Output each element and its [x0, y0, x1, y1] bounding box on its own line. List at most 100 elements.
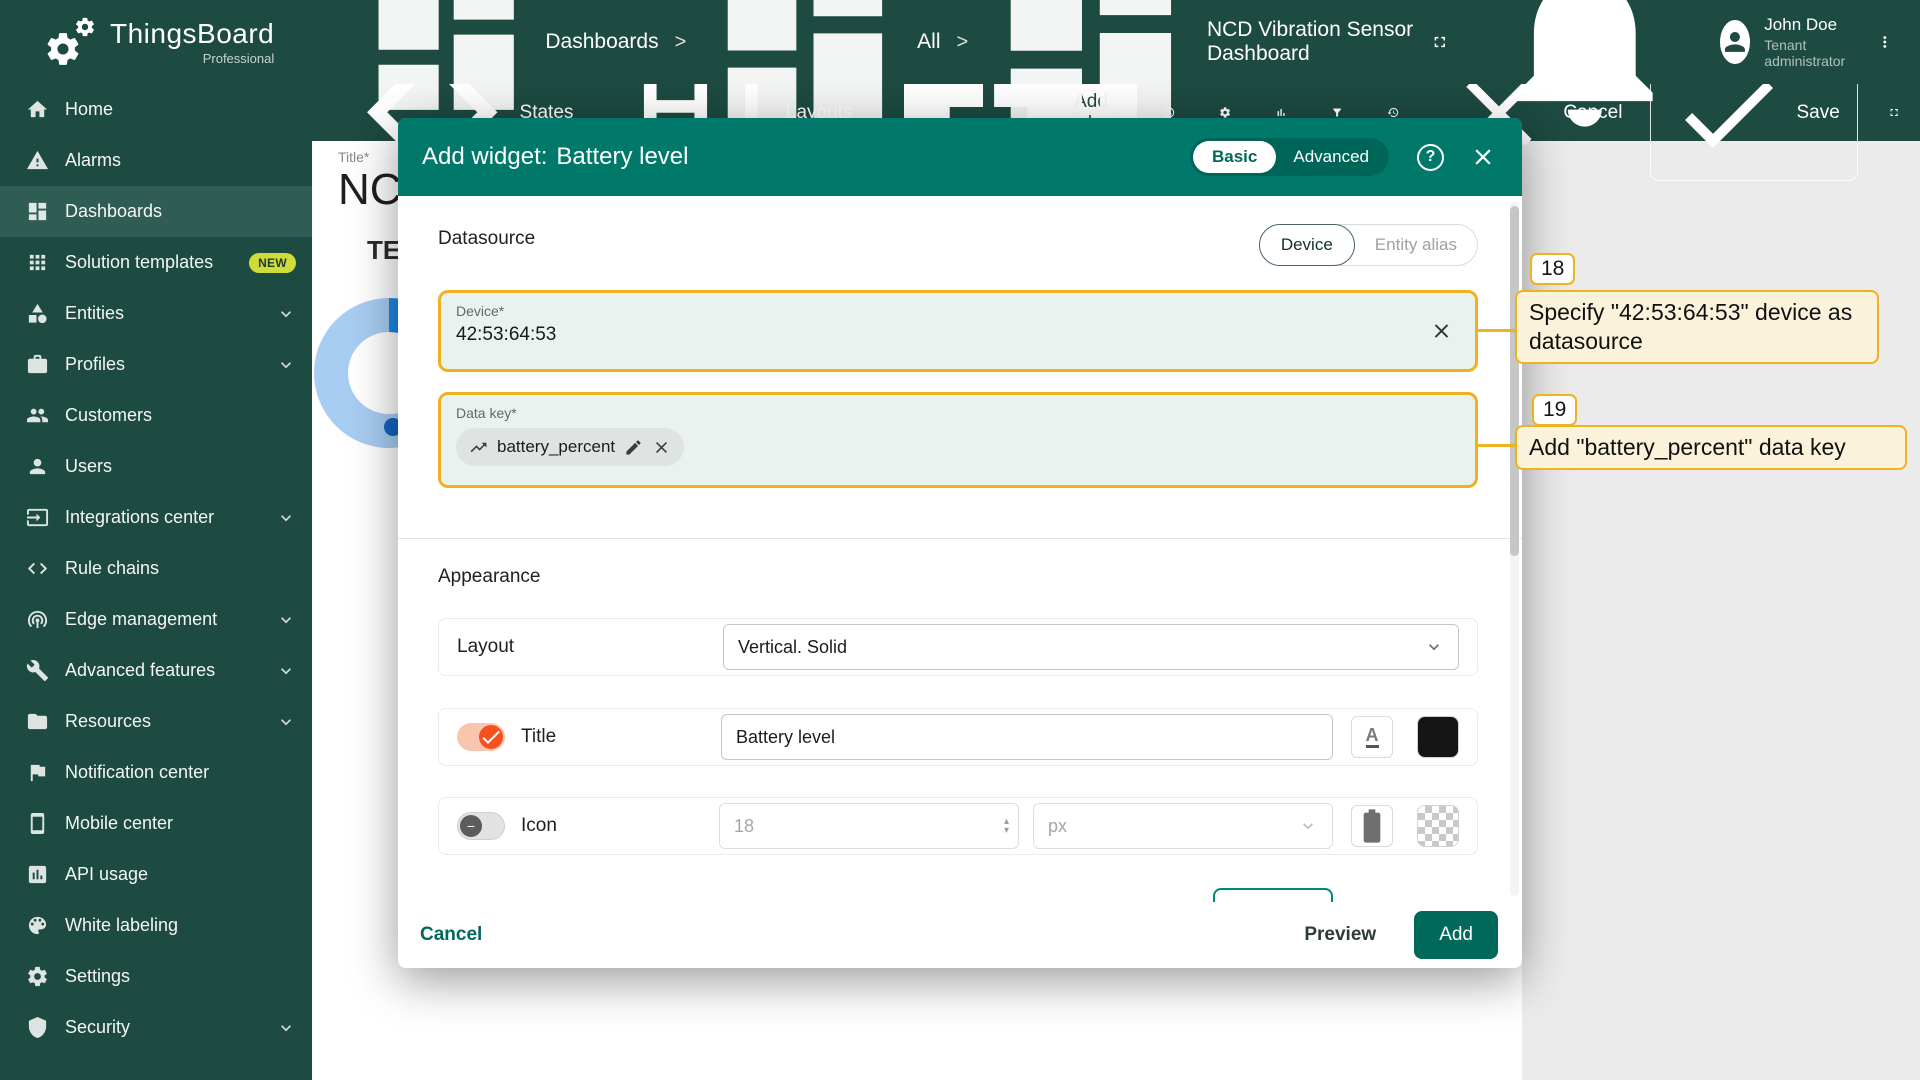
- new-badge: NEW: [249, 253, 296, 273]
- title-label: Title: [521, 726, 556, 748]
- sidebar-item-label: Advanced features: [65, 660, 215, 681]
- person-icon: [26, 455, 49, 478]
- sidebar-item-label: Notification center: [65, 762, 209, 783]
- tab-advanced[interactable]: Advanced: [1276, 141, 1386, 173]
- datakey-chip-label: battery_percent: [497, 437, 615, 457]
- sidebar-item-entities[interactable]: Entities: [0, 288, 312, 339]
- chevron-down-icon: [1424, 637, 1444, 657]
- annotation-badge-19: 19: [1532, 394, 1577, 426]
- sidebar-item-api-usage[interactable]: API usage: [0, 849, 312, 900]
- breadcrumb-dashboards[interactable]: Dashboards: [356, 0, 659, 132]
- sidebar-item-label: Resources: [65, 711, 151, 732]
- sidebar-item-edge-management[interactable]: Edge management: [0, 594, 312, 645]
- format-text-icon: A: [1366, 726, 1379, 748]
- annotation-callout-19: Add "battery_percent" data key: [1515, 425, 1907, 470]
- sidebar-item-notification-center[interactable]: Notification center: [0, 747, 312, 798]
- icon-unit-select[interactable]: px: [1033, 803, 1333, 849]
- breadcrumb-separator: >: [671, 31, 691, 54]
- add-button[interactable]: Add: [1414, 911, 1498, 959]
- breadcrumb-label: All: [917, 30, 940, 54]
- title-input[interactable]: [721, 714, 1333, 760]
- chevron-down-icon: [276, 610, 296, 630]
- layout-label: Layout: [457, 636, 514, 658]
- sidebar-item-advanced-features[interactable]: Advanced features: [0, 645, 312, 696]
- dialog-footer: Cancel Preview Add: [398, 902, 1522, 968]
- preview-button[interactable]: Preview: [1304, 924, 1376, 946]
- sidebar-item-label: Profiles: [65, 354, 125, 375]
- title-toggle[interactable]: [457, 723, 505, 751]
- sidebar-item-profiles[interactable]: Profiles: [0, 339, 312, 390]
- dialog-widget-name: Battery level: [556, 143, 688, 171]
- add-widget-dialog: Add widget: Battery level Basic Advanced…: [398, 118, 1522, 968]
- user-role: Tenant administrator: [1764, 37, 1850, 69]
- sidebar-item-mobile-center[interactable]: Mobile center: [0, 798, 312, 849]
- sidebar-item-integrations-center[interactable]: Integrations center: [0, 492, 312, 543]
- app-logo[interactable]: ThingsBoard Professional: [0, 14, 312, 70]
- remove-datakey-icon[interactable]: [652, 438, 671, 457]
- dialog-mode-tabs: Basic Advanced: [1190, 138, 1389, 176]
- wrench-icon: [26, 659, 49, 682]
- datakey-chip[interactable]: battery_percent: [456, 428, 684, 466]
- sidebar: HomeAlarmsDashboards Solution templates NE…: [0, 84, 312, 1080]
- sidebar-item-white-labeling[interactable]: White labeling: [0, 900, 312, 951]
- icon-size-input[interactable]: [719, 803, 1019, 849]
- dialog-close-icon[interactable]: [1470, 144, 1496, 170]
- title-font-style-button[interactable]: A: [1351, 716, 1393, 758]
- sidebar-item-resources[interactable]: Resources: [0, 696, 312, 747]
- icon-toggle[interactable]: −: [457, 812, 505, 840]
- device-clear-icon[interactable]: [1430, 320, 1453, 343]
- tab-basic[interactable]: Basic: [1193, 141, 1276, 173]
- cancel-button[interactable]: Cancel: [420, 924, 482, 946]
- input-icon: [26, 506, 49, 529]
- fullscreen-icon[interactable]: [1431, 29, 1449, 55]
- layout-select[interactable]: Vertical. Solid: [723, 624, 1459, 670]
- appearance-section-label: Appearance: [438, 566, 540, 588]
- title-color-swatch[interactable]: [1417, 716, 1459, 758]
- sidebar-item-label: Solution templates: [65, 252, 213, 273]
- sidebar-item-label: Rule chains: [65, 558, 159, 579]
- datasource-type-device[interactable]: Device: [1259, 224, 1355, 266]
- annotation-badge-18: 18: [1530, 253, 1575, 285]
- app-header: ThingsBoard Professional Dashboards > Al…: [0, 0, 1920, 84]
- sidebar-item-label: Entities: [65, 303, 124, 324]
- help-button[interactable]: ?: [1417, 144, 1444, 171]
- sidebar-item-rule-chains[interactable]: Rule chains: [0, 543, 312, 594]
- sidebar-item-home[interactable]: Home: [0, 84, 312, 135]
- dialog-title: Add widget: Battery level: [422, 143, 688, 171]
- chevron-down-icon: [1298, 816, 1318, 836]
- layout-row: Layout Vertical. Solid: [438, 618, 1478, 676]
- chevron-down-icon: [276, 355, 296, 375]
- clipped-control-fragment: [1213, 888, 1333, 902]
- shield-icon: [26, 1016, 49, 1039]
- sidebar-item-solution-templates[interactable]: Solution templates NEW: [0, 237, 312, 288]
- device-field[interactable]: Device* 42:53:64:53: [438, 290, 1478, 372]
- app-title: ThingsBoard: [110, 18, 274, 50]
- datakey-field[interactable]: Data key* battery_percent: [438, 392, 1478, 488]
- datakey-field-label: Data key*: [441, 395, 1475, 421]
- datasource-type-entity-alias[interactable]: Entity alias: [1355, 235, 1477, 255]
- datasource-type-toggle: Device Entity alias: [1259, 224, 1478, 266]
- scrollbar-thumb[interactable]: [1510, 206, 1519, 556]
- section-divider: [398, 538, 1522, 539]
- sidebar-item-customers[interactable]: Customers: [0, 390, 312, 441]
- user-info: John Doe Tenant administrator: [1764, 15, 1850, 69]
- chevron-down-icon: [276, 1018, 296, 1038]
- sidebar-item-security[interactable]: Security: [0, 1002, 312, 1053]
- sidebar-item-dashboards[interactable]: Dashboards: [0, 186, 312, 237]
- code-icon: [26, 557, 49, 580]
- title-row: Title A: [438, 708, 1478, 766]
- icon-color-swatch[interactable]: [1417, 805, 1459, 847]
- people-icon: [26, 404, 49, 427]
- dialog-body: Datasource Device Entity alias Device* 4…: [398, 196, 1522, 902]
- sidebar-item-users[interactable]: Users: [0, 441, 312, 492]
- device-field-value: 42:53:64:53: [441, 319, 1475, 346]
- kebab-menu-icon[interactable]: [1876, 29, 1894, 55]
- icon-picker-button[interactable]: [1351, 805, 1393, 847]
- sidebar-item-alarms[interactable]: Alarms: [0, 135, 312, 186]
- apps-icon: [26, 251, 49, 274]
- avatar[interactable]: [1720, 20, 1750, 64]
- sidebar-item-label: Customers: [65, 405, 152, 426]
- number-stepper-icon[interactable]: ▴▾: [1004, 817, 1009, 835]
- edit-datakey-icon[interactable]: [624, 438, 643, 457]
- sidebar-item-settings[interactable]: Settings: [0, 951, 312, 1002]
